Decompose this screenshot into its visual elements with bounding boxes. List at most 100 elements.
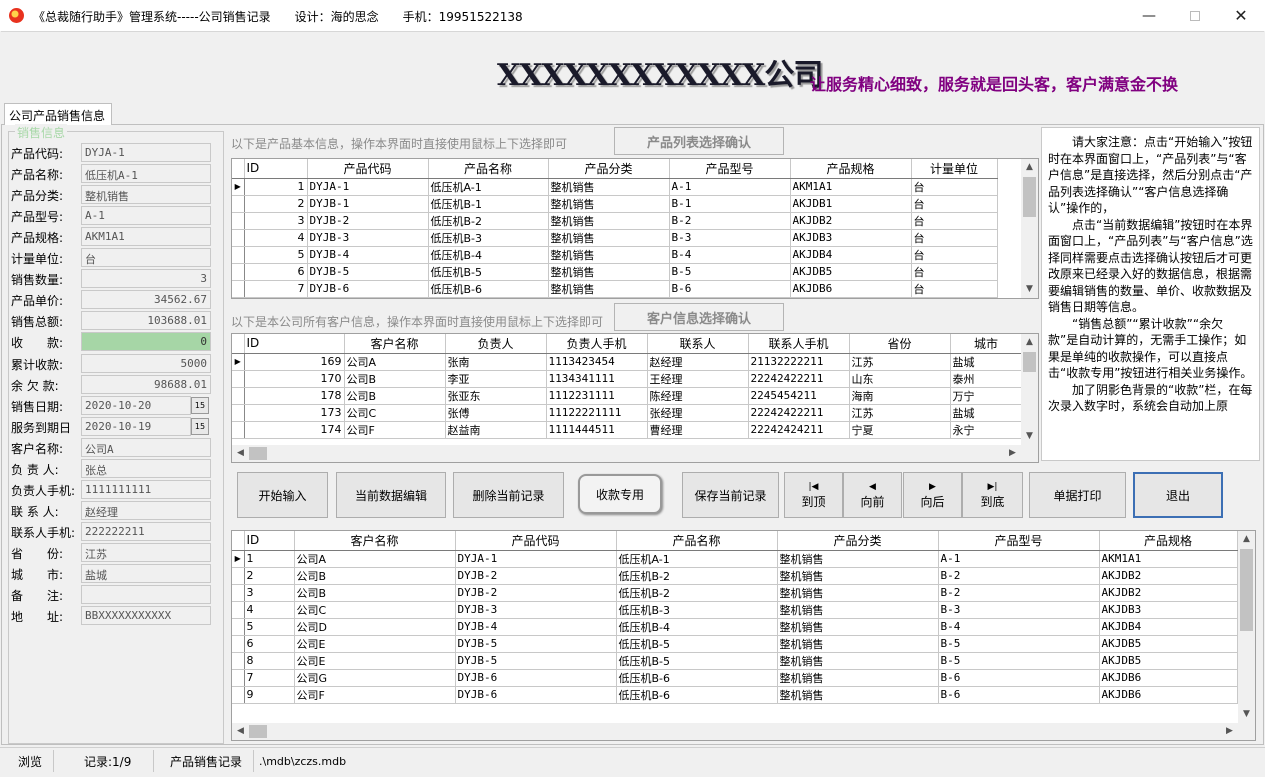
column-header[interactable]: 城市 [950, 334, 1023, 354]
current-row-icon[interactable]: ▶ [232, 178, 245, 196]
row-indicator[interactable] [232, 421, 245, 439]
row-indicator[interactable] [232, 246, 245, 264]
edit-record-button[interactable]: 当前数据编辑 [336, 472, 446, 518]
scroll-right-icon[interactable]: ▶ [1004, 445, 1021, 462]
table-row[interactable]: 5 DYJB-4 低压机B-4 整机销售 B-4 AKJDB4 台 [232, 246, 998, 264]
scroll-down-icon[interactable]: ▼ [1021, 281, 1038, 298]
table-row[interactable]: 3 DYJB-2 低压机B-2 整机销售 B-2 AKJDB2 台 [232, 212, 998, 230]
form-field[interactable]: 222222211 [81, 522, 211, 541]
form-field[interactable]: 公司A [81, 438, 211, 457]
column-header[interactable]: 产品规格 [790, 159, 912, 179]
last-record-button[interactable]: ▶| 到底 [962, 472, 1023, 518]
form-field[interactable]: 5000 [81, 354, 211, 373]
column-header[interactable]: 计量单位 [911, 159, 998, 179]
column-header[interactable]: 客户名称 [344, 334, 446, 354]
sales-grid-vscroll[interactable]: ▲ ▼ [1238, 531, 1255, 723]
scroll-down-icon[interactable]: ▼ [1238, 706, 1255, 723]
column-header[interactable]: 产品代码 [455, 531, 617, 551]
product-grid[interactable]: ID 产品代码 产品名称 产品分类 产品型号 产品规格 计量单位 ▶ 1 DYJA-1 低压机A-… [231, 158, 1039, 299]
column-header[interactable]: 产品名称 [616, 531, 778, 551]
exit-button[interactable]: 退出 [1133, 472, 1223, 518]
table-row[interactable]: ▶ 1 DYJA-1 低压机A-1 整机销售 A-1 AKM1A1 台 [232, 178, 998, 196]
table-row[interactable]: 173 公司C 张傅 11122221111 张经理 22242422211 江苏 盐城 [232, 404, 1023, 422]
table-row[interactable]: 9 公司F DYJB-6 低压机B-6 整机销售 B-6 AKJDB6 [232, 686, 1238, 704]
sales-grid-hscroll[interactable]: ◀ ▶ [232, 723, 1255, 740]
customer-confirm-button[interactable]: 客户信息选择确认 [614, 303, 784, 331]
row-indicator[interactable] [232, 635, 245, 653]
current-row-icon[interactable]: ▶ [232, 353, 245, 371]
table-row[interactable]: ▶ 169 公司A 张南 1113423454 赵经理 21132222211 江苏 盐城 [232, 353, 1023, 371]
table-row[interactable]: 2 公司B DYJB-2 低压机B-2 整机销售 B-2 AKJDB2 [232, 567, 1238, 585]
row-indicator[interactable] [232, 618, 245, 636]
form-field[interactable]: 张总 [81, 459, 211, 478]
product-confirm-button[interactable]: 产品列表选择确认 [614, 127, 784, 155]
table-row[interactable]: 6 DYJB-5 低压机B-5 整机销售 B-5 AKJDB5 台 [232, 263, 998, 281]
customer-grid-hscroll[interactable]: ◀ ▶ [232, 445, 1038, 462]
payment-button[interactable]: 收款专用 [578, 474, 662, 514]
table-row[interactable]: 7 DYJB-6 低压机B-6 整机销售 B-6 AKJDB6 台 [232, 280, 998, 298]
table-row[interactable]: 5 公司D DYJB-4 低压机B-4 整机销售 B-4 AKJDB4 [232, 618, 1238, 636]
form-field[interactable] [81, 585, 211, 604]
save-record-button[interactable]: 保存当前记录 [682, 472, 779, 518]
column-header[interactable]: 客户名称 [294, 531, 456, 551]
calendar-icon[interactable]: 15 [191, 397, 209, 414]
form-field[interactable]: 整机销售 [81, 185, 211, 204]
start-input-button[interactable]: 开始输入 [237, 472, 328, 518]
scroll-thumb[interactable] [1023, 352, 1036, 372]
form-field[interactable]: 低压机A-1 [81, 164, 211, 183]
customer-grid[interactable]: ID 客户名称 负责人 负责人手机 联系人 联系人手机 省份 城市 ▶ 169 公司A 张南 1113… [231, 333, 1039, 463]
column-header[interactable]: ID [244, 159, 308, 179]
row-indicator[interactable] [232, 212, 245, 230]
scroll-down-icon[interactable]: ▼ [1021, 428, 1038, 445]
form-field[interactable]: 1111111111 [81, 480, 211, 499]
row-indicator[interactable] [232, 601, 245, 619]
column-header[interactable]: 产品型号 [938, 531, 1100, 551]
table-row[interactable]: 4 公司C DYJB-3 低压机B-3 整机销售 B-3 AKJDB3 [232, 601, 1238, 619]
close-button[interactable]: ✕ [1218, 0, 1264, 31]
scroll-up-icon[interactable]: ▲ [1238, 531, 1255, 548]
table-row[interactable]: 3 公司B DYJB-2 低压机B-2 整机销售 B-2 AKJDB2 [232, 584, 1238, 602]
row-indicator[interactable] [232, 280, 245, 298]
form-field[interactable]: 0 [81, 332, 211, 351]
row-indicator[interactable] [232, 229, 245, 247]
form-field[interactable]: 34562.67 [81, 290, 211, 309]
row-indicator[interactable] [232, 567, 245, 585]
column-header[interactable]: 联系人手机 [748, 334, 850, 354]
form-field[interactable]: AKM1A1 [81, 227, 211, 246]
column-header[interactable]: 负责人手机 [546, 334, 648, 354]
column-header[interactable]: ID [244, 334, 345, 354]
print-button[interactable]: 单据打印 [1029, 472, 1126, 518]
customer-grid-vscroll[interactable]: ▲ ▼ [1021, 334, 1038, 445]
first-record-button[interactable]: |◀ 到顶 [784, 472, 843, 518]
row-indicator[interactable] [232, 652, 245, 670]
tab-sales-info[interactable]: 公司产品销售信息 [4, 103, 112, 125]
maximize-button[interactable] [1172, 0, 1218, 31]
column-header[interactable]: 产品名称 [428, 159, 549, 179]
row-indicator[interactable] [232, 263, 245, 281]
row-indicator[interactable] [232, 195, 245, 213]
table-row[interactable]: 8 公司E DYJB-5 低压机B-5 整机销售 B-5 AKJDB5 [232, 652, 1238, 670]
calendar-icon[interactable]: 15 [191, 418, 209, 435]
form-field[interactable]: 2020-10-20 [81, 396, 191, 415]
column-header[interactable]: 省份 [849, 334, 951, 354]
column-header[interactable]: 产品代码 [307, 159, 429, 179]
row-indicator[interactable] [232, 370, 245, 388]
table-row[interactable]: ▶ 1 公司A DYJA-1 低压机A-1 整机销售 A-1 AKM1A1 [232, 550, 1238, 568]
delete-record-button[interactable]: 删除当前记录 [453, 472, 564, 518]
scroll-thumb[interactable] [1023, 177, 1036, 217]
scroll-left-icon[interactable]: ◀ [232, 723, 249, 740]
row-indicator[interactable] [232, 669, 245, 687]
scroll-thumb[interactable] [249, 447, 267, 460]
column-header[interactable]: ID [244, 531, 295, 551]
table-row[interactable]: 4 DYJB-3 低压机B-3 整机销售 B-3 AKJDB3 台 [232, 229, 998, 247]
form-field[interactable]: 103688.01 [81, 311, 211, 330]
form-field[interactable]: 3 [81, 269, 211, 288]
form-field[interactable]: 盐城 [81, 564, 211, 583]
scroll-thumb[interactable] [249, 725, 267, 738]
scroll-up-icon[interactable]: ▲ [1021, 159, 1038, 176]
row-indicator[interactable] [232, 387, 245, 405]
form-field[interactable]: 赵经理 [81, 501, 211, 520]
table-row[interactable]: 2 DYJB-1 低压机B-1 整机销售 B-1 AKJDB1 台 [232, 195, 998, 213]
column-header[interactable]: 产品分类 [777, 531, 939, 551]
form-field[interactable]: BBXXXXXXXXXXX [81, 606, 211, 625]
